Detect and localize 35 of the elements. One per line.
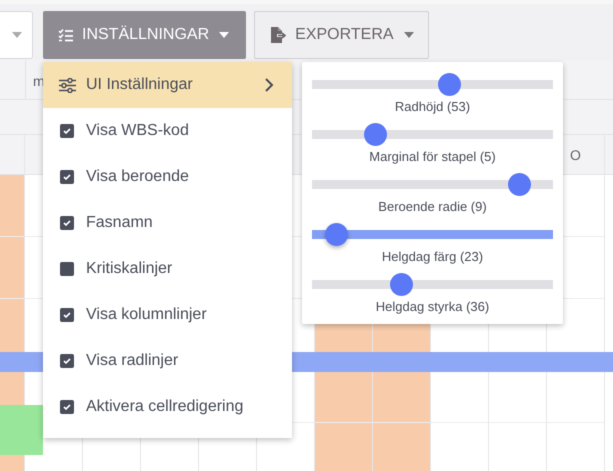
checkbox[interactable] (60, 400, 74, 414)
slider-label: Radhöjd (53) (394, 99, 470, 114)
slider-label: Helgdag styrka (36) (376, 299, 490, 314)
file-export-icon (269, 26, 288, 44)
slider-label: Helgdag färg (23) (382, 249, 484, 264)
menu-item[interactable]: Visa kolumnlinjer (43, 292, 292, 338)
caret-icon (219, 32, 230, 38)
checkbox[interactable] (60, 170, 74, 184)
slider-thumb[interactable] (438, 73, 462, 96)
menu-item[interactable]: Fasnamn (43, 200, 292, 246)
menu-item[interactable]: Visa WBS-kod (43, 108, 292, 154)
caret-icon (404, 32, 414, 38)
checklist-icon (58, 28, 74, 42)
slider-thumb[interactable] (364, 123, 387, 146)
chevron-right-icon (265, 78, 274, 92)
menu-item[interactable]: Aktivera cellredigering (43, 384, 292, 430)
menu-item[interactable]: Visa radlinjer (43, 338, 292, 384)
slider-label: Marginal för stapel (5) (369, 149, 496, 164)
menu-item[interactable]: UI Inställningar (43, 62, 292, 108)
checkbox[interactable] (60, 308, 74, 322)
slider-thumb[interactable] (390, 273, 414, 296)
checkbox[interactable] (60, 354, 74, 368)
column-label: O (570, 146, 581, 162)
caret-icon (12, 32, 22, 38)
menu-item[interactable]: Visa beroende (43, 154, 292, 200)
slider-thumb[interactable] (508, 173, 532, 196)
toolbar-button[interactable]: EXPORTERA (254, 11, 429, 59)
slider-label: Beroende radie (9) (378, 199, 487, 214)
sliders-icon (59, 78, 76, 92)
checkbox[interactable] (60, 124, 74, 138)
dropdown-field[interactable] (0, 11, 33, 59)
checkbox[interactable] (60, 262, 74, 276)
checkbox[interactable] (60, 216, 74, 230)
menu-item[interactable]: Kritiskalinjer (43, 246, 292, 292)
slider-thumb[interactable] (325, 223, 348, 246)
